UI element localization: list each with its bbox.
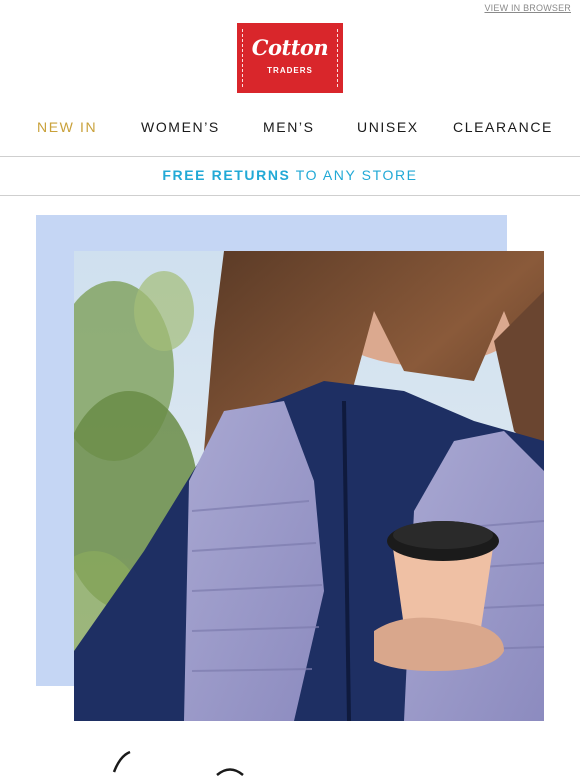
free-returns-banner[interactable]: FREE RETURNS TO ANY STORE — [0, 167, 580, 183]
nav-item-unisex[interactable]: UNISEX — [357, 119, 419, 135]
hero-image[interactable] — [74, 251, 544, 721]
nav-item-mens[interactable]: MEN’S — [263, 119, 315, 135]
logo-wordmark: Cotton — [251, 35, 329, 60]
main-nav: NEW IN WOMEN’S MEN’S UNISEX CLEARANCE — [0, 119, 580, 139]
logo-subtitle: TRADERS — [267, 66, 313, 75]
script-heading-fragment-icon — [112, 750, 131, 773]
nav-divider — [0, 156, 580, 157]
nav-item-new-in[interactable]: NEW IN — [37, 119, 97, 135]
cotton-traders-logo[interactable]: Cotton TRADERS — [237, 23, 343, 93]
view-in-browser-link[interactable]: VIEW IN BROWSER — [484, 3, 571, 13]
promo-divider — [0, 195, 580, 196]
promo-bold-text: FREE RETURNS — [162, 167, 291, 183]
nav-item-womens[interactable]: WOMEN’S — [141, 119, 220, 135]
promo-rest-text: TO ANY STORE — [290, 167, 418, 183]
nav-item-clearance[interactable]: CLEARANCE — [453, 119, 553, 135]
script-heading-fragment-2-icon — [216, 768, 244, 776]
